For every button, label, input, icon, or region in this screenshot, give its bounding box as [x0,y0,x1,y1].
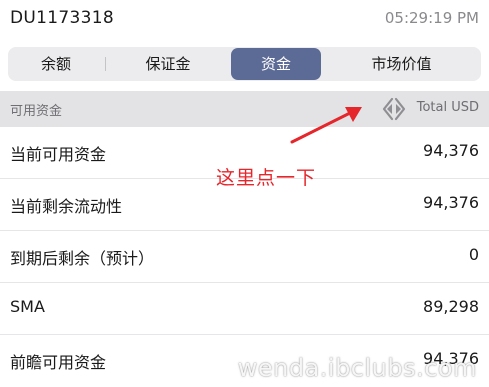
row-label: 当前可用资金 [10,145,107,164]
section-header: 可用资金 [0,91,489,127]
segmented-control: 余额 保证金 资金 市场价值 [8,47,481,81]
row-value: 94,376 [423,141,479,160]
section-title: 可用资金 [10,104,63,119]
row-label: 当前剩余流动性 [10,197,123,216]
tab-funds[interactable]: 资金 [231,48,321,80]
row-value: 89,298 [423,297,479,316]
tab-margin[interactable]: 保证金 [106,47,230,81]
tab-bar-container: 余额 保证金 资金 市场价值 [0,38,489,91]
row-label: 到期后剩余（预计） [10,249,155,268]
clock-time: 05:29:19 PM [384,9,479,27]
row-value: 94,376 [423,193,479,212]
list-row: 到期后剩余（预计） 0 [0,231,489,283]
left-right-toggle-icon[interactable] [381,96,407,122]
currency-selector[interactable]: Total USD [417,100,479,115]
tab-market-value[interactable]: 市场价值 [322,47,481,81]
tab-balance[interactable]: 余额 [8,47,104,81]
row-label: SMA [10,297,45,316]
list-row: SMA 89,298 [0,283,489,335]
account-id[interactable]: DU1173318 [10,8,114,28]
row-value: 0 [468,245,479,264]
watermark: wenda.ibclubs.com [237,354,477,382]
annotation-text: 这里点一下 [216,167,317,189]
row-label: 前瞻可用资金 [10,353,107,372]
top-bar: DU1173318 05:29:19 PM [0,0,489,36]
